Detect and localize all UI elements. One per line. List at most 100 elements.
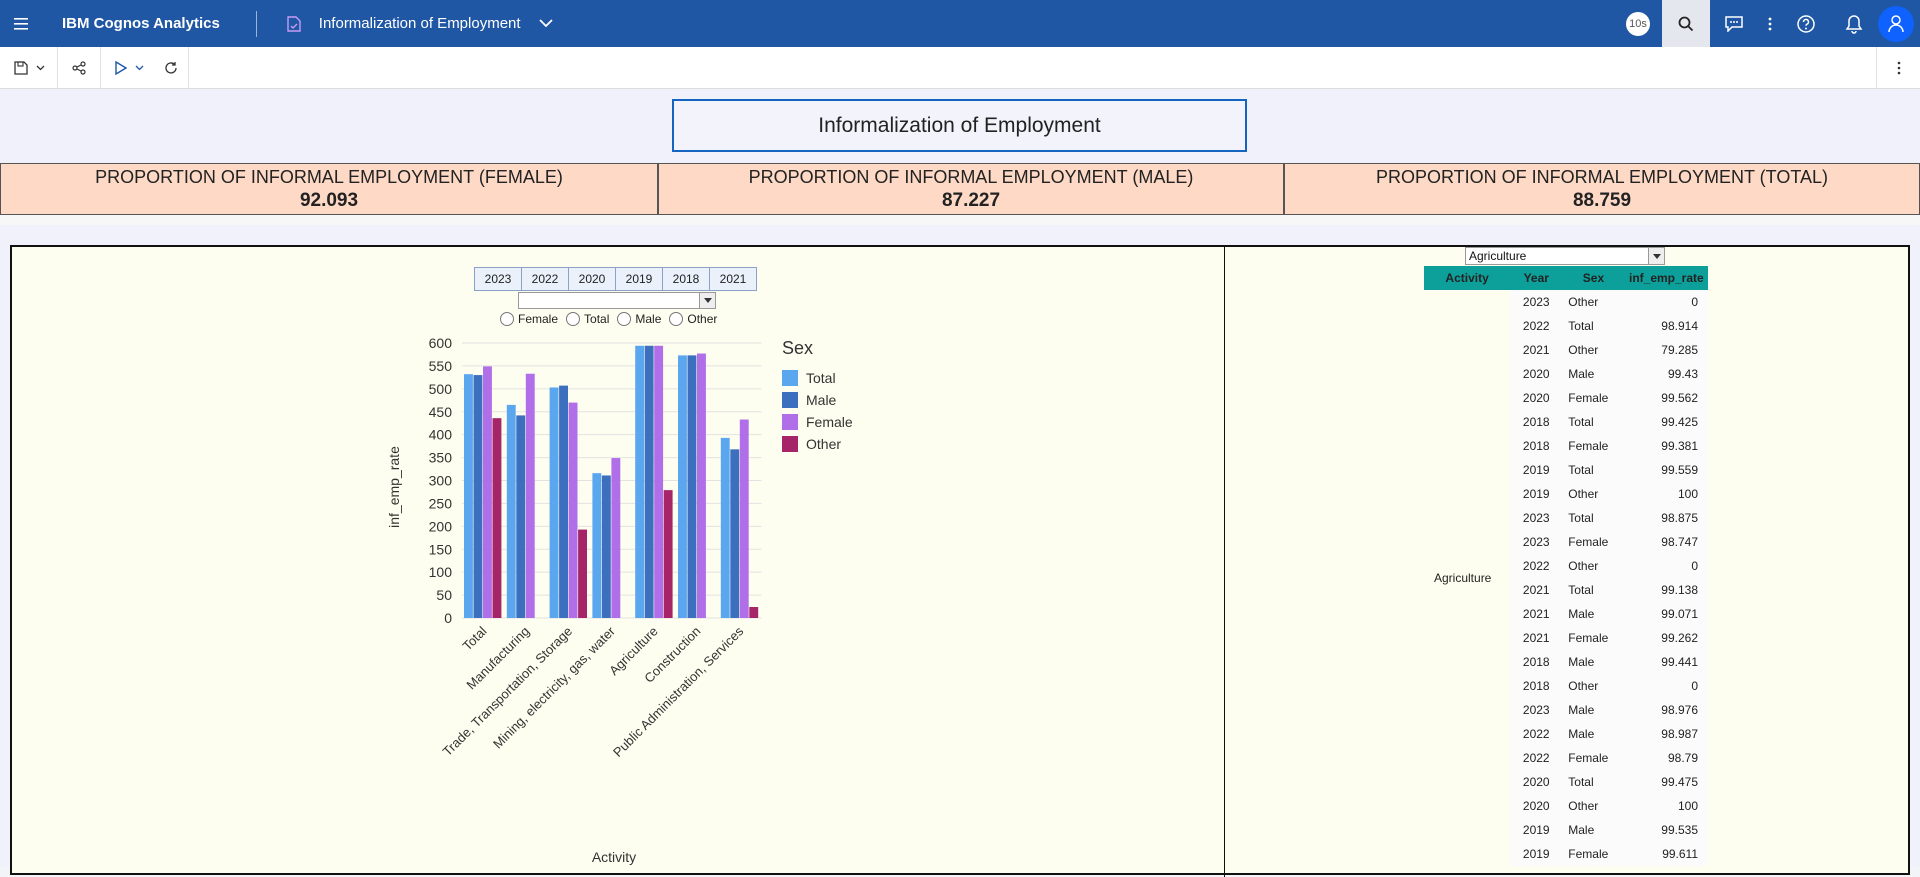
share-button[interactable]: [58, 47, 100, 89]
year-cell: 2021: [1510, 338, 1563, 362]
sex-cell: Female: [1562, 626, 1625, 650]
notifications-button[interactable]: [1830, 0, 1878, 47]
help-button[interactable]: [1782, 0, 1830, 47]
sex-radio-other[interactable]: Other: [669, 312, 717, 326]
search-button[interactable]: [1662, 0, 1710, 47]
sex-cell: Total: [1562, 578, 1625, 602]
timer-badge[interactable]: 10s: [1614, 0, 1662, 47]
top-bar: IBM Cognos Analytics Informalization of …: [0, 0, 1920, 47]
search-icon: [1678, 16, 1694, 31]
year-button[interactable]: 2021: [709, 267, 757, 291]
document-title[interactable]: Informalization of Employment: [287, 15, 553, 32]
year-button[interactable]: 2019: [615, 267, 663, 291]
bar: [697, 353, 706, 618]
legend-title: Sex: [782, 338, 813, 358]
bar: [473, 375, 483, 618]
rate-cell: 99.262: [1624, 626, 1708, 650]
rate-cell: 99.559: [1624, 458, 1708, 482]
sex-radio-male[interactable]: Male: [617, 312, 661, 326]
year-cell: 2022: [1510, 722, 1563, 746]
rate-cell: 99.071: [1624, 602, 1708, 626]
y-tick-label: 500: [429, 381, 453, 397]
activity-filter-select[interactable]: [518, 292, 716, 309]
bar: [611, 458, 621, 618]
radio-circle[interactable]: [566, 312, 581, 326]
year-cell: 2019: [1510, 458, 1563, 482]
sex-radio-total[interactable]: Total: [566, 312, 609, 326]
run-button[interactable]: [101, 47, 129, 89]
help-icon: [1797, 14, 1815, 33]
legend-item: Other: [806, 436, 841, 452]
sex-cell: Male: [1562, 650, 1625, 674]
radio-circle[interactable]: [500, 312, 514, 326]
report-title: Informalization of Employment: [672, 99, 1247, 152]
rate-cell: 98.79: [1624, 746, 1708, 770]
run-options-button[interactable]: [129, 47, 154, 89]
kpi-male: PROPORTION OF INFORMAL EMPLOYMENT (MALE)…: [658, 163, 1284, 215]
bar: [559, 385, 568, 618]
bar: [506, 404, 516, 618]
rate-cell: 99.535: [1624, 818, 1708, 842]
save-menu-button[interactable]: [30, 47, 57, 89]
y-tick-label: 350: [429, 450, 453, 466]
rate-cell: 99.475: [1624, 770, 1708, 794]
dropdown-arrow[interactable]: [1648, 248, 1664, 264]
dropdown-arrow[interactable]: [699, 293, 715, 308]
column-header[interactable]: Activity: [1424, 266, 1511, 290]
comments-button[interactable]: [1710, 0, 1758, 47]
year-button[interactable]: 2022: [521, 267, 569, 291]
refresh-button[interactable]: [154, 47, 188, 89]
year-filter: 2023 2022 2020 2019 2018 2021: [474, 267, 757, 291]
rate-cell: 0: [1624, 290, 1708, 314]
panel-divider: [1224, 247, 1225, 877]
sex-cell: Other: [1562, 674, 1625, 698]
column-header[interactable]: Sex: [1562, 266, 1625, 290]
column-header[interactable]: Year: [1510, 266, 1563, 290]
radio-circle[interactable]: [669, 312, 684, 326]
year-button[interactable]: 2023: [474, 267, 522, 291]
user-avatar-button[interactable]: [1878, 5, 1914, 42]
bar: [568, 402, 578, 618]
chevron-down-icon: [703, 298, 712, 303]
y-tick-label: 400: [429, 427, 453, 443]
sex-radio-female[interactable]: Female: [500, 312, 558, 326]
sex-cell: Total: [1562, 770, 1625, 794]
year-cell: 2018: [1510, 650, 1563, 674]
sex-cell: Female: [1562, 386, 1625, 410]
year-button[interactable]: 2018: [662, 267, 710, 291]
kpi-total: PROPORTION OF INFORMAL EMPLOYMENT (TOTAL…: [1284, 163, 1920, 215]
chat-icon: [1725, 15, 1743, 32]
more-options-button[interactable]: [1758, 0, 1782, 47]
hamburger-menu-button[interactable]: [0, 0, 44, 47]
kpi-label: PROPORTION OF INFORMAL EMPLOYMENT (TOTAL…: [1375, 166, 1829, 187]
legend-swatch: [782, 414, 798, 430]
rate-cell: 99.381: [1624, 434, 1708, 458]
sex-cell: Female: [1562, 842, 1625, 866]
rate-cell: 98.747: [1624, 530, 1708, 554]
sex-cell: Female: [1562, 530, 1625, 554]
sex-cell: Male: [1562, 602, 1625, 626]
year-button[interactable]: 2020: [568, 267, 616, 291]
legend-item: Female: [806, 414, 853, 430]
radio-circle[interactable]: [617, 312, 632, 326]
kpi-value: 92.093: [299, 189, 359, 211]
bar: [730, 449, 740, 618]
divider: [255, 10, 257, 37]
content-panel: 2023 2022 2020 2019 2018 2021 Female Tot…: [10, 245, 1910, 877]
save-button[interactable]: [0, 47, 30, 89]
radio-label: Female: [518, 312, 559, 326]
y-tick-label: 600: [429, 337, 453, 351]
rate-cell: 99.441: [1624, 650, 1708, 674]
table-activity-select[interactable]: Agriculture: [1465, 247, 1665, 265]
kpi-female: PROPORTION OF INFORMAL EMPLOYMENT (FEMAL…: [0, 163, 658, 215]
chevron-down-icon[interactable]: [538, 19, 553, 28]
sex-cell: Female: [1562, 434, 1625, 458]
bar: [720, 437, 730, 618]
chevron-down-icon: [1652, 253, 1661, 259]
toolbar-more-button[interactable]: [1876, 47, 1920, 89]
kpi-row: PROPORTION OF INFORMAL EMPLOYMENT (FEMAL…: [0, 163, 1920, 215]
sex-cell: Other: [1562, 794, 1625, 818]
legend-item: Total: [806, 370, 836, 386]
column-header[interactable]: inf_emp_rate: [1624, 266, 1708, 290]
sex-cell: Male: [1562, 818, 1625, 842]
